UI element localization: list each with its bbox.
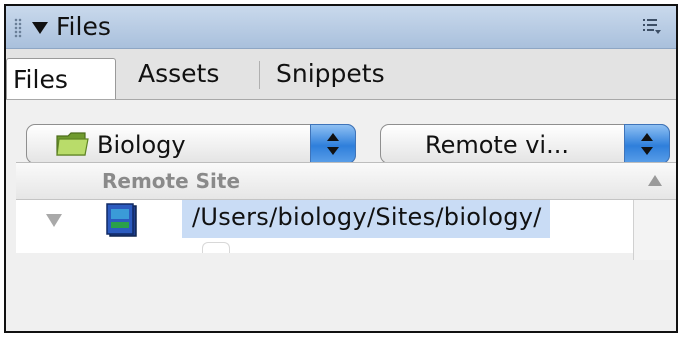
partial-folder-icon — [202, 242, 230, 253]
tab-divider — [259, 61, 260, 89]
tab-snippets[interactable]: Snippets — [276, 59, 385, 88]
view-select[interactable]: Remote vi... — [380, 124, 670, 164]
disclosure-triangle-icon[interactable] — [46, 214, 62, 227]
tab-files-label: Files — [13, 65, 68, 94]
panel-title[interactable]: Files — [56, 12, 111, 41]
column-header-remote-site[interactable]: Remote Site — [102, 169, 240, 193]
site-select-value: Biology — [97, 131, 186, 159]
site-select-stepper-icon[interactable] — [310, 124, 356, 164]
tab-assets[interactable]: Assets — [138, 59, 219, 88]
panel-options-menu-icon[interactable] — [642, 17, 662, 35]
list-header[interactable]: Remote Site — [16, 163, 676, 200]
tab-files[interactable]: Files — [6, 58, 116, 99]
list-item[interactable]: /Users/biology/Sites/biology/ — [16, 200, 676, 253]
server-folder-icon — [106, 203, 137, 237]
scrollbar-track[interactable] — [633, 200, 676, 260]
panel-tabs: Files Assets Snippets — [6, 49, 676, 100]
site-select[interactable]: Biology — [26, 124, 356, 164]
panel-header[interactable]: Files — [6, 6, 676, 49]
remote-path-label[interactable]: /Users/biology/Sites/biology/ — [182, 200, 550, 238]
view-select-stepper-icon[interactable] — [624, 124, 670, 164]
files-panel: Files Files Assets Snippets Biology Remo… — [4, 4, 678, 333]
collapse-triangle-icon[interactable] — [32, 22, 48, 34]
remote-file-list[interactable]: Remote Site /Users/biology/Sites/biology… — [16, 162, 676, 260]
sort-arrow-icon[interactable] — [648, 175, 662, 186]
view-select-value: Remote vi... — [425, 131, 569, 159]
folder-icon — [56, 132, 89, 156]
grip-handle-icon[interactable] — [14, 18, 22, 38]
